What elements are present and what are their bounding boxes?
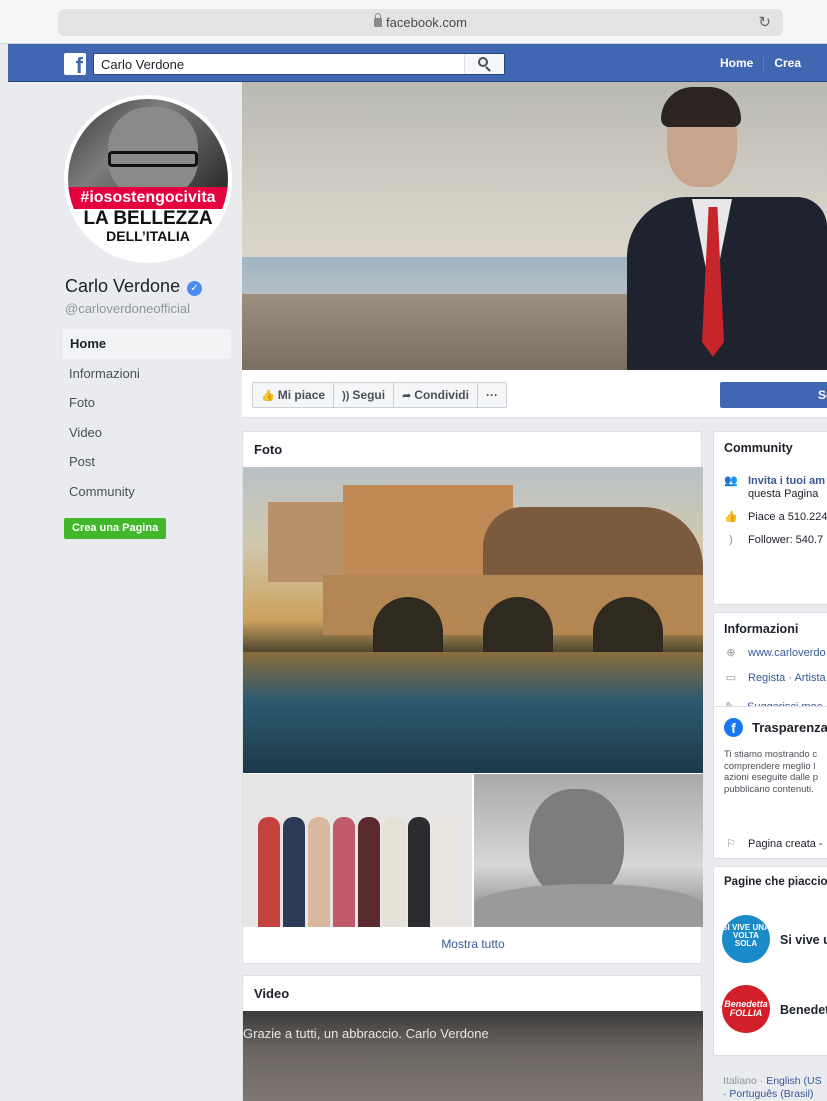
- flag-icon: ⚐: [726, 838, 736, 850]
- video-card: Video Grazie a tutti, un abbraccio. Carl…: [242, 975, 703, 1101]
- profile-slogan-line1: LA BELLEZZA: [83, 208, 213, 229]
- page-title[interactable]: Carlo Verdone ✓: [65, 276, 203, 297]
- invite-sub: questa Pagina: [748, 488, 819, 500]
- sidebar-item-home[interactable]: Home: [61, 329, 231, 359]
- cover-photo[interactable]: [242, 82, 827, 370]
- liked-pages-card: Pagine che piaccion SI VIVE UNA VOLTA SO…: [713, 866, 827, 1056]
- language-footer: Italiano · English (US · Português (Bras…: [723, 1075, 822, 1100]
- search-input[interactable]: [94, 54, 464, 74]
- follow-button[interactable]: )) Segui: [334, 383, 395, 407]
- profile-hashtag: #iosostengocivita: [68, 187, 228, 209]
- nav-home-link[interactable]: Home: [720, 56, 753, 70]
- community-card: Community 👥 Invita i tuoi am questa Pagin…: [713, 431, 827, 605]
- thumbs-up-icon: 👍: [261, 390, 275, 402]
- transparency-description: Ti stiamo mostrando c comprendere meglio…: [724, 749, 819, 795]
- profile-picture[interactable]: #iosostengocivita LA BELLEZZA DELL’ITALI…: [64, 95, 232, 263]
- followers-count-row: ) Follower: 540.7: [724, 534, 823, 546]
- profile-photo: [68, 99, 228, 197]
- search-box: [93, 53, 505, 75]
- photo-main[interactable]: [243, 467, 703, 773]
- facebook-logo-icon[interactable]: f: [64, 53, 86, 75]
- browser-toolbar: facebook.com ↻: [0, 0, 827, 44]
- share-arrow-icon: ➦: [402, 390, 412, 402]
- liked-pages-title: Pagine che piaccion: [724, 876, 827, 888]
- folder-icon: ▭: [725, 672, 737, 684]
- video-caption: Grazie a tutti, un abbraccio. Carlo Verd…: [243, 1026, 489, 1041]
- community-title: Community: [724, 441, 793, 455]
- reload-icon[interactable]: ↻: [758, 13, 771, 31]
- about-title: Informazioni: [724, 622, 799, 636]
- website-row[interactable]: ⊕ www.carloverdo: [724, 646, 825, 659]
- verified-badge-icon: ✓: [187, 281, 203, 296]
- language-link[interactable]: · Português (Brasil): [723, 1088, 813, 1100]
- video-player[interactable]: Grazie a tutti, un abbraccio. Carlo Verd…: [243, 1011, 703, 1101]
- liked-page-name[interactable]: Si vive u: [780, 933, 827, 947]
- photo-thumbnail[interactable]: [474, 774, 703, 927]
- people-icon: 👥: [724, 475, 738, 487]
- sidebar-item-community[interactable]: Community: [61, 477, 231, 507]
- sidebar-item-video[interactable]: Video: [61, 418, 231, 448]
- lock-icon: [374, 13, 383, 27]
- page-created-row[interactable]: ⚐ Pagina creata -: [724, 837, 823, 850]
- liked-page-name[interactable]: Benedet: [780, 1003, 827, 1017]
- transparency-title: Trasparenza: [752, 720, 827, 735]
- nav-create-link[interactable]: Crea: [774, 56, 801, 70]
- liked-page-avatar[interactable]: Benedetta FOLLIA: [722, 985, 770, 1033]
- about-card: Informazioni ⊕ www.carloverdo ▭ Regista · …: [713, 612, 827, 710]
- page-sidebar-nav: Home Informazioni Foto Video Post Commun…: [61, 329, 231, 506]
- photos-card: Foto Mostra tutto: [242, 431, 703, 964]
- more-button[interactable]: ···: [478, 383, 506, 407]
- sidebar-item-photos[interactable]: Foto: [61, 388, 231, 418]
- photo-thumbnail[interactable]: [243, 774, 472, 927]
- video-card-title: Video: [254, 986, 290, 1001]
- like-button[interactable]: 👍 Mi piace: [253, 383, 335, 407]
- sidebar-item-info[interactable]: Informazioni: [61, 359, 231, 389]
- photos-card-title: Foto: [254, 442, 283, 457]
- rss-icon: ): [729, 534, 733, 546]
- language-link[interactable]: English (US: [766, 1075, 821, 1087]
- share-button[interactable]: ➦ Condividi: [394, 383, 478, 407]
- send-message-button[interactable]: So: [720, 382, 827, 408]
- show-all-photos-link[interactable]: Mostra tutto: [243, 937, 703, 951]
- profile-slogan-line2: DELL’ITALIA: [106, 228, 190, 244]
- address-bar[interactable]: facebook.com ↻: [58, 9, 783, 36]
- liked-page-avatar[interactable]: SI VIVE UNA VOLTA SOLA: [722, 915, 770, 963]
- category-row[interactable]: ▭ Regista · Artista: [724, 671, 826, 684]
- rss-icon: )): [342, 390, 350, 402]
- create-page-button[interactable]: Crea una Pagina: [64, 518, 167, 539]
- transparency-card: f Trasparenza Ti stiamo mostrando c comp…: [713, 706, 827, 859]
- page-action-bar: 👍Mi piace ))Segui ➦Condividi ··· So: [242, 370, 827, 418]
- page-handle[interactable]: @carloverdoneofficial: [65, 301, 190, 316]
- url-text: facebook.com: [386, 15, 467, 30]
- thumbs-up-icon: 👍: [724, 511, 738, 523]
- likes-count-row: 👍 Piace a 510.224: [724, 511, 827, 523]
- invite-friends-row[interactable]: 👥 Invita i tuoi am: [724, 474, 825, 487]
- globe-icon: ⊕: [726, 647, 736, 659]
- sidebar-item-posts[interactable]: Post: [61, 447, 231, 477]
- facebook-header: f Home Crea: [8, 44, 827, 82]
- facebook-circle-icon: f: [724, 718, 743, 737]
- search-button[interactable]: [464, 54, 504, 74]
